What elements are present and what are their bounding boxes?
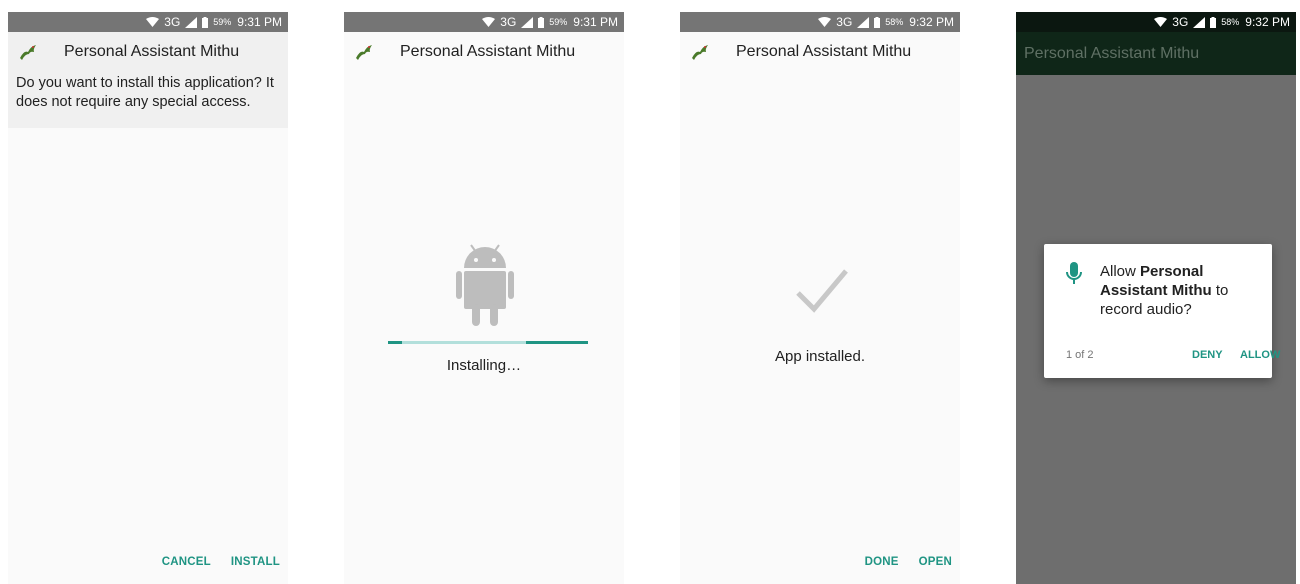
signal-icon (521, 16, 534, 28)
permission-prefix: Allow (1100, 263, 1141, 280)
network-type: 3G (1172, 15, 1189, 29)
permission-screen: 3G 58% 9:32 PM Personal Assistant Mithu … (1016, 12, 1296, 584)
signal-icon (185, 16, 198, 28)
app-bar-title: Personal Assistant Mithu (1024, 44, 1200, 62)
dialog-actions: CANCEL INSTALL (162, 556, 280, 568)
cancel-button[interactable]: CANCEL (162, 556, 211, 568)
signal-icon (857, 16, 870, 28)
checkmark-icon (794, 267, 850, 320)
battery-icon (1210, 16, 1217, 28)
microphone-icon (1066, 262, 1082, 291)
status-bar: 3G 58% 9:32 PM (680, 12, 960, 32)
battery-icon (874, 16, 881, 28)
battery-percent: 59% (549, 17, 568, 27)
clock: 9:31 PM (573, 15, 618, 29)
open-button[interactable]: OPEN (919, 556, 952, 568)
deny-button[interactable]: DENY (1192, 349, 1223, 361)
wifi-icon (1154, 17, 1168, 27)
battery-percent: 58% (1221, 17, 1240, 27)
allow-button[interactable]: ALLOW (1240, 349, 1280, 361)
app-header: Personal Assistant Mithu (8, 32, 288, 72)
signal-icon (1193, 16, 1206, 28)
app-title: Personal Assistant Mithu (736, 43, 912, 60)
clock: 9:32 PM (909, 15, 954, 29)
battery-icon (538, 16, 545, 28)
app-header: Personal Assistant Mithu (680, 32, 960, 72)
parrot-app-icon (690, 42, 710, 62)
network-type: 3G (836, 15, 853, 29)
app-bar: Personal Assistant Mithu (1016, 32, 1296, 75)
install-prompt-screen: 3G 59% 9:31 PM Personal Assistant Mithu … (8, 12, 288, 584)
permission-counter: 1 of 2 (1066, 349, 1094, 361)
install-button[interactable]: INSTALL (231, 556, 280, 568)
done-button[interactable]: DONE (865, 556, 899, 568)
status-bar: 3G 59% 9:31 PM (344, 12, 624, 32)
permission-message: Allow Personal Assistant Mithu to record… (1100, 262, 1260, 319)
status-bar: 3G 59% 9:31 PM (8, 12, 288, 32)
network-type: 3G (164, 15, 181, 29)
wifi-icon (818, 17, 832, 27)
android-robot-icon (456, 242, 514, 333)
progress-segment (526, 341, 588, 344)
clock: 9:32 PM (1245, 15, 1290, 29)
app-title: Personal Assistant Mithu (400, 43, 576, 60)
app-header: Personal Assistant Mithu (344, 32, 624, 72)
parrot-app-icon (18, 42, 38, 62)
installing-text: Installing… (446, 357, 522, 374)
app-installed-text: App installed. (774, 348, 866, 365)
installed-screen: 3G 58% 9:32 PM Personal Assistant Mithu … (680, 12, 960, 584)
battery-percent: 59% (213, 17, 232, 27)
progress-segment (388, 341, 402, 344)
installing-screen: 3G 59% 9:31 PM Personal Assistant Mithu (344, 12, 624, 584)
network-type: 3G (500, 15, 517, 29)
battery-percent: 58% (885, 17, 904, 27)
wifi-icon (146, 17, 160, 27)
permission-dialog: Allow Personal Assistant Mithu to record… (1044, 244, 1280, 378)
parrot-app-icon (354, 42, 374, 62)
clock: 9:31 PM (237, 15, 282, 29)
status-bar: 3G 58% 9:32 PM (1016, 12, 1296, 32)
dialog-actions: DONE OPEN (865, 556, 952, 568)
wifi-icon (482, 17, 496, 27)
install-progress-bar (388, 341, 588, 344)
battery-icon (202, 16, 209, 28)
install-message: Do you want to install this application?… (8, 72, 288, 128)
app-title: Personal Assistant Mithu (64, 43, 240, 60)
